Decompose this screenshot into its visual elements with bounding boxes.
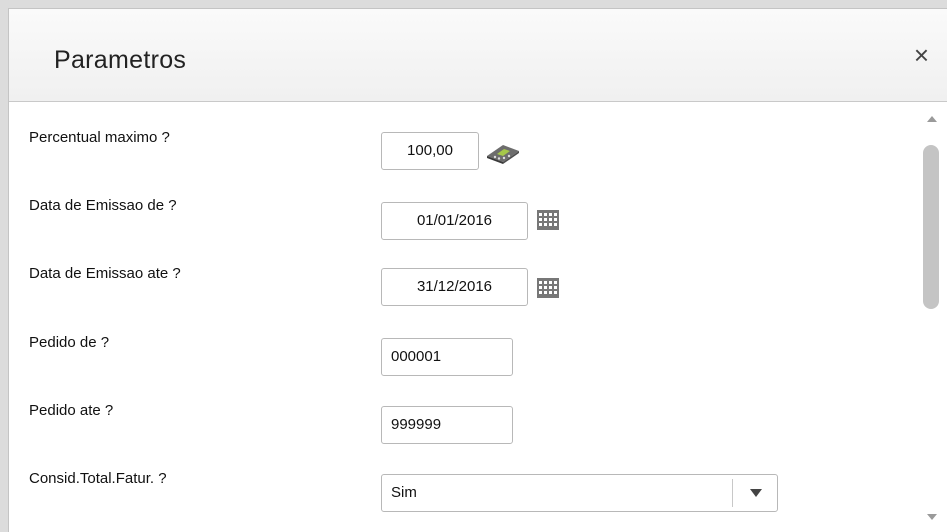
close-icon[interactable]: × — [914, 42, 929, 68]
param-label: Data de Emissao de ? — [29, 197, 177, 214]
parameters-dialog: Parametros × Percentual maximo ? 100,00 … — [8, 8, 947, 532]
calendar-icon[interactable] — [537, 278, 559, 298]
parameters-form: Percentual maximo ? 100,00 Data de Emiss… — [9, 102, 947, 532]
dialog-title: Parametros — [54, 46, 187, 74]
param-label: Data de Emissao ate ? — [29, 265, 181, 282]
select-value: Sim — [391, 484, 417, 501]
param-row-pedido-de: Pedido de ? 000001 — [9, 302, 907, 376]
chevron-down-icon[interactable] — [750, 489, 762, 497]
select-divider — [732, 479, 733, 507]
param-label: Consid.Total.Fatur. ? — [29, 470, 167, 487]
param-row-percentual: Percentual maximo ? 100,00 — [9, 102, 907, 170]
param-row-data-emissao-de: Data de Emissao de ? 01/01/2016 — [9, 166, 907, 240]
param-row-pedido-ate: Pedido ate ? 999999 — [9, 370, 907, 444]
consid-total-fatur-select[interactable]: Sim — [381, 474, 778, 512]
scroll-down-arrow-icon[interactable] — [927, 514, 937, 520]
vertical-scrollbar[interactable] — [917, 102, 947, 532]
param-row-data-emissao-ate: Data de Emissao ate ? 31/12/2016 — [9, 234, 907, 306]
param-label: Pedido de ? — [29, 334, 110, 351]
calculator-icon[interactable] — [485, 142, 523, 164]
scroll-up-arrow-icon[interactable] — [927, 116, 937, 122]
param-row-consid-total-fatur: Consid.Total.Fatur. ? Sim — [9, 438, 907, 532]
calendar-icon[interactable] — [537, 210, 559, 230]
param-label: Pedido ate ? — [29, 402, 114, 419]
param-label: Percentual maximo ? — [29, 129, 170, 146]
data-emissao-ate-input[interactable]: 31/12/2016 — [381, 268, 528, 306]
dialog-header: Parametros × — [9, 9, 947, 102]
scrollbar-thumb[interactable] — [923, 145, 939, 309]
percentual-maximo-input[interactable]: 100,00 — [381, 132, 479, 170]
